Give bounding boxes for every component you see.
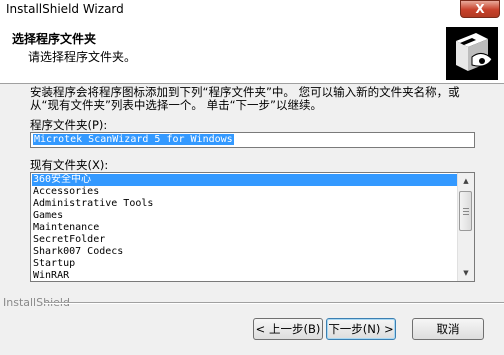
list-item[interactable]: Accessories [32, 186, 457, 198]
close-button[interactable]: X [460, 0, 500, 18]
existing-folders-list[interactable]: 360安全中心 Accessories Administrative Tools Ga… [30, 172, 475, 282]
next-button[interactable]: 下一步(N) > [326, 318, 396, 340]
installshield-box-icon [446, 27, 498, 80]
list-item[interactable]: Shark007 Codecs [32, 246, 457, 258]
window-title: InstallShield Wizard [6, 2, 124, 16]
list-item[interactable]: Maintenance [32, 222, 457, 234]
header-subtitle: 请选择程序文件夹。 [28, 50, 137, 64]
existing-folders-label: 现有文件夹(X): [30, 158, 109, 172]
footer-divider [44, 302, 504, 304]
list-scrollbar[interactable]: ▲ ▼ [457, 173, 474, 281]
scroll-down-icon[interactable]: ▼ [458, 265, 474, 281]
folder-list-items: 360安全中心 Accessories Administrative Tools Ga… [32, 174, 457, 281]
cancel-button[interactable]: 取消 [412, 318, 484, 340]
list-item[interactable]: Startup [32, 258, 457, 270]
list-item[interactable]: Games [32, 210, 457, 222]
list-item[interactable]: 360安全中心 [32, 174, 457, 186]
description-text: 安装程序会将程序图标添加到下列“程序文件夹”中。 您可以输入新的文件夹名称，或从… [30, 85, 460, 112]
wizard-header: 选择程序文件夹 请选择程序文件夹。 [0, 20, 504, 84]
scroll-thumb[interactable] [459, 191, 472, 231]
list-item[interactable]: Administrative Tools [32, 198, 457, 210]
back-button[interactable]: < 上一步(B) [253, 318, 323, 340]
title-bar[interactable]: InstallShield Wizard X [0, 0, 504, 20]
header-title: 选择程序文件夹 [12, 32, 97, 46]
program-folder-value: Microtek ScanWizard 5 for Windows [33, 134, 234, 145]
program-folder-input[interactable]: Microtek ScanWizard 5 for Windows [30, 132, 475, 148]
scroll-up-icon[interactable]: ▲ [458, 173, 474, 189]
list-item[interactable]: WinRAR [32, 270, 457, 281]
list-item[interactable]: SecretFolder [32, 234, 457, 246]
close-icon: X [475, 2, 485, 16]
program-folder-label: 程序文件夹(P): [30, 118, 108, 132]
